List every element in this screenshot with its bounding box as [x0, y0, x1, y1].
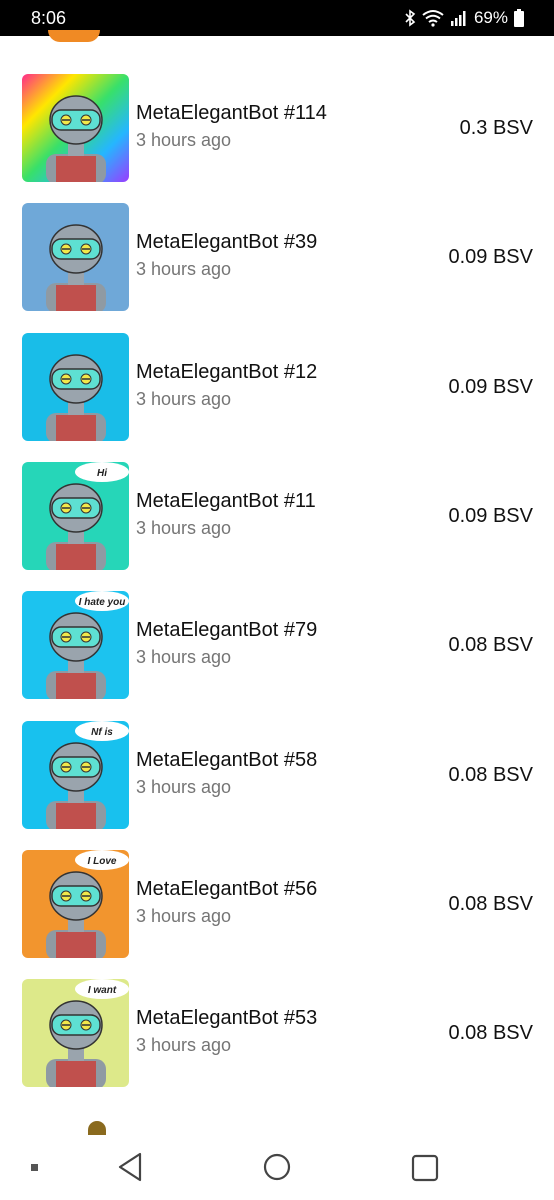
list-item[interactable]: MetaElegantBot #12 3 hours ago 0.09 BSV [0, 333, 554, 443]
partial-avatar-top [48, 30, 100, 42]
item-time: 3 hours ago [136, 518, 232, 538]
item-title: MetaElegantBot #12 [136, 361, 318, 383]
nft-thumbnail[interactable] [22, 74, 129, 182]
nft-thumbnail[interactable]: I hate you [22, 591, 129, 699]
list-item[interactable]: MetaElegantBot #114 3 hours ago 0.3 BSV [0, 74, 554, 184]
wifi-icon [422, 9, 444, 27]
item-price: 0.09 BSV [448, 505, 533, 527]
list-item[interactable]: I want MetaElegantBot #53 3 hours ago 0.08 … [0, 979, 554, 1089]
status-time: 8:06 [31, 7, 67, 28]
item-time: 3 hours ago [136, 906, 232, 926]
item-title: MetaElegantBot #39 [136, 231, 318, 253]
list-item[interactable]: Nf is MetaElegantBot #58 3 hours ago 0.08 B… [0, 721, 554, 831]
nft-thumbnail[interactable]: Hi [22, 462, 129, 570]
speech-bubble-text: I hate you [79, 597, 126, 608]
partial-avatar-bottom [88, 1121, 106, 1135]
item-time: 3 hours ago [136, 259, 232, 279]
item-price: 0.3 BSV [459, 117, 533, 139]
robot-avatar-icon: Nf is [22, 721, 129, 829]
robot-avatar-icon [22, 333, 129, 441]
battery-icon [514, 9, 524, 27]
back-button[interactable] [116, 1152, 144, 1187]
item-title: MetaElegantBot #58 [136, 749, 318, 771]
nft-thumbnail[interactable]: I want [22, 979, 129, 1087]
status-icons: 69% [404, 8, 524, 28]
recent-apps-button[interactable] [411, 1154, 439, 1187]
speech-bubble-text: Hi [97, 468, 107, 479]
item-time: 3 hours ago [136, 777, 232, 797]
item-time: 3 hours ago [136, 647, 232, 667]
speech-bubble-text: Nf is [91, 727, 113, 738]
list-item[interactable]: MetaElegantBot #39 3 hours ago 0.09 BSV [0, 203, 554, 313]
battery-text: 69% [473, 8, 508, 27]
item-price: 0.08 BSV [448, 1022, 533, 1044]
item-price: 0.08 BSV [448, 893, 533, 915]
item-price: 0.09 BSV [448, 376, 533, 398]
signal-icon [450, 10, 468, 26]
item-price: 0.08 BSV [448, 634, 533, 656]
item-title: MetaElegantBot #114 [136, 102, 327, 124]
item-time: 3 hours ago [136, 1035, 232, 1055]
navigation-bar [0, 1136, 554, 1200]
robot-avatar-icon: I want [22, 979, 129, 1087]
list-item[interactable]: I hate you MetaElegantBot #79 3 hours ago 0… [0, 591, 554, 701]
item-title: MetaElegantBot #79 [136, 619, 318, 641]
nft-thumbnail[interactable] [22, 333, 129, 441]
item-title: MetaElegantBot #53 [136, 1007, 318, 1029]
item-time: 3 hours ago [136, 389, 232, 409]
item-price: 0.08 BSV [448, 764, 533, 786]
item-price: 0.09 BSV [448, 246, 533, 268]
item-title: MetaElegantBot #11 [136, 490, 316, 512]
robot-avatar-icon [22, 74, 129, 182]
robot-avatar-icon [22, 203, 129, 311]
list-item[interactable]: Hi MetaElegantBot #11 3 hours ago 0.09 BSV [0, 462, 554, 572]
nft-thumbnail[interactable]: I Love [22, 850, 129, 958]
home-button[interactable] [263, 1153, 291, 1186]
list-item[interactable]: I Love MetaElegantBot #56 3 hours ago 0.08 … [0, 850, 554, 960]
nav-indicator-icon [31, 1164, 38, 1171]
robot-avatar-icon: Hi [22, 462, 129, 570]
nft-thumbnail[interactable] [22, 203, 129, 311]
bluetooth-icon [404, 9, 416, 27]
robot-avatar-icon: I Love [22, 850, 129, 958]
speech-bubble-text: I Love [88, 856, 117, 867]
item-title: MetaElegantBot #56 [136, 878, 318, 900]
item-time: 3 hours ago [136, 130, 232, 150]
robot-avatar-icon: I hate you [22, 591, 129, 699]
speech-bubble-text: I want [88, 985, 117, 996]
nft-thumbnail[interactable]: Nf is [22, 721, 129, 829]
